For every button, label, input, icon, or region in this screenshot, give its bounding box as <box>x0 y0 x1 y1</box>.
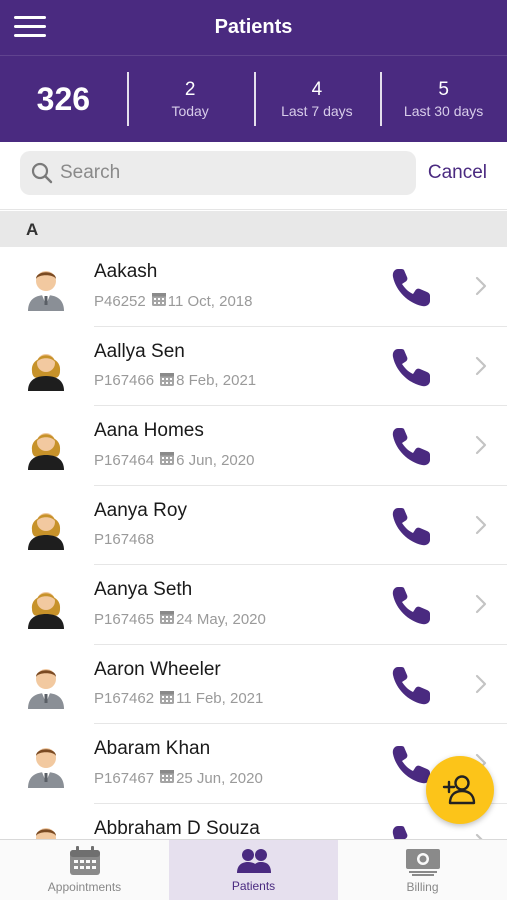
tab-appointments[interactable]: Appointments <box>0 840 169 900</box>
avatar-female-icon <box>24 581 68 629</box>
chevron-right-icon <box>474 673 488 695</box>
avatar-male-icon <box>24 661 68 709</box>
stat-today-value: 2 <box>184 79 196 100</box>
avatar-female-icon <box>24 502 68 550</box>
phone-icon[interactable] <box>388 822 434 839</box>
patient-meta: P167465 24 May, 2020 <box>94 610 266 628</box>
patient-name: Aaron Wheeler <box>94 658 221 680</box>
bottom-tab-bar: Appointments Patients Billing <box>0 839 507 900</box>
calendar-icon <box>160 769 175 787</box>
chevron-right-icon <box>474 832 488 839</box>
phone-icon[interactable] <box>388 424 434 470</box>
stat-today[interactable]: 2 Today <box>126 72 254 126</box>
stat-last-30-days[interactable]: 5 Last 30 days <box>380 72 507 126</box>
chevron-right-icon <box>474 275 488 297</box>
patient-id: P167462 <box>94 690 155 707</box>
patient-id: P167467 <box>94 769 155 787</box>
search-row: Cancel <box>0 142 507 210</box>
patient-name: Abaram Khan <box>94 738 211 759</box>
patient-row[interactable]: Aanya Roy P167468 <box>0 486 507 566</box>
patient-meta: P167468 <box>94 531 154 548</box>
stat-total-value: 326 <box>36 80 91 117</box>
patient-id: P167466 <box>94 372 155 389</box>
chevron-right-icon <box>474 593 488 615</box>
calendar-icon <box>160 610 175 628</box>
stat-last-7-days-value: 4 <box>311 79 323 100</box>
search-box[interactable] <box>20 151 416 195</box>
chevron-right-icon <box>474 355 488 377</box>
patient-name: Aallya Sen <box>94 340 185 362</box>
stat-last-7-days[interactable]: 4 Last 7 days <box>253 72 381 126</box>
stat-total[interactable]: 326 <box>0 72 127 126</box>
stat-today-label: Today <box>171 103 209 119</box>
patient-id: P167468 <box>94 530 155 548</box>
calendar-icon <box>69 846 100 875</box>
page-title: Patients <box>214 16 293 38</box>
phone-icon[interactable] <box>388 663 434 709</box>
patient-date: 6 Jun, 2020 <box>176 451 255 469</box>
patient-list: Aakash P46252 11 Oct, 2018 Aallya Sen P16746… <box>0 247 507 839</box>
patient-row[interactable]: Aana Homes P167464 6 Jun, 2020 <box>0 406 507 486</box>
patient-row[interactable]: Aakash P46252 11 Oct, 2018 <box>0 247 507 327</box>
stats-row: 326 2 Today 4 Last 7 days 5 Last 30 days <box>0 56 507 142</box>
phone-icon[interactable] <box>388 265 434 311</box>
calendar-icon <box>151 292 166 310</box>
phone-icon[interactable] <box>388 504 434 550</box>
cancel-button[interactable]: Cancel <box>428 162 487 184</box>
patient-id: P167464 <box>94 451 155 469</box>
tab-patients[interactable]: Patients <box>169 840 338 900</box>
patient-id: P46252 <box>94 292 146 310</box>
header-bar: Patients 326 2 Today 4 Last 7 days 5 Las… <box>0 0 507 142</box>
patients-icon <box>236 849 271 873</box>
stat-last-30-days-value: 5 <box>438 79 449 100</box>
section-header-letter: A <box>0 211 507 247</box>
patient-meta: P46252 11 Oct, 2018 <box>94 292 253 310</box>
patient-name: Aanya Seth <box>94 579 193 600</box>
billing-icon <box>405 849 440 876</box>
stat-last-30-days-label: Last 30 days <box>403 103 484 119</box>
tab-billing[interactable]: Billing <box>338 840 507 900</box>
patient-meta: P167464 6 Jun, 2020 <box>94 451 254 469</box>
avatar-male-icon <box>24 820 68 839</box>
top-bar: Patients <box>0 0 507 56</box>
patient-name: Aanya Roy <box>94 499 187 521</box>
chevron-right-icon <box>474 514 488 536</box>
patient-name: Aakash <box>94 261 158 282</box>
patient-date: 11 Oct, 2018 <box>167 292 253 310</box>
tab-billing-label: Billing <box>406 880 439 894</box>
patient-meta: P167462 11 Feb, 2021 <box>94 690 263 708</box>
avatar-female-icon <box>24 422 68 470</box>
phone-icon[interactable] <box>388 345 434 391</box>
calendar-icon <box>160 451 175 469</box>
patient-meta: P167467 25 Jun, 2020 <box>94 769 263 787</box>
search-icon <box>31 162 53 184</box>
tab-appointments-label: Appointments <box>47 880 122 894</box>
patient-row[interactable]: Aaron Wheeler P167462 11 Feb, 2021 <box>0 645 507 725</box>
avatar-male-icon <box>24 740 68 788</box>
patient-date: 8 Feb, 2021 <box>176 372 257 389</box>
patient-name: Aana Homes <box>94 420 204 441</box>
add-user-icon <box>442 775 476 805</box>
calendar-icon <box>160 690 175 708</box>
patient-date: 24 May, 2020 <box>176 610 266 628</box>
tab-patients-label: Patients <box>231 879 276 893</box>
patient-meta: P167466 8 Feb, 2021 <box>94 372 256 390</box>
phone-icon[interactable] <box>388 583 434 629</box>
patient-name: Abbraham D Souza <box>94 817 260 839</box>
calendar-icon <box>160 372 175 390</box>
avatar-male-icon <box>24 263 68 311</box>
patient-row[interactable]: Aallya Sen P167466 8 Feb, 2021 <box>0 327 507 407</box>
patient-date: 25 Jun, 2020 <box>176 769 263 787</box>
avatar-female-icon <box>24 343 68 391</box>
patient-date: 11 Feb, 2021 <box>176 690 264 707</box>
add-patient-button[interactable] <box>426 756 494 824</box>
patient-row[interactable]: Aanya Seth P167465 24 May, 2020 <box>0 565 507 645</box>
chevron-right-icon <box>474 434 488 456</box>
search-input[interactable] <box>60 162 400 184</box>
stat-last-7-days-label: Last 7 days <box>281 103 353 119</box>
patient-id: P167465 <box>94 610 155 628</box>
